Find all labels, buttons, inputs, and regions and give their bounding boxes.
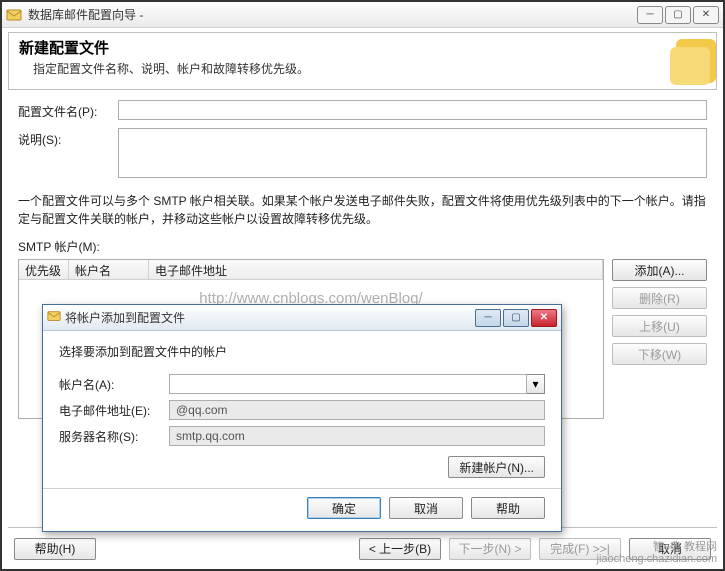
app-icon <box>6 7 22 23</box>
dialog-separator <box>43 488 561 489</box>
chevron-down-icon[interactable]: ▾ <box>527 374 545 394</box>
header-panel: 新建配置文件 指定配置文件名称、说明、帐户和故障转移优先级。 <box>8 32 717 90</box>
profile-description-text: 一个配置文件可以与多个 SMTP 帐户相关联。如果某个帐户发送电子邮件失败，配置… <box>18 192 707 228</box>
dialog-message: 选择要添加到配置文件中的帐户 <box>59 343 545 360</box>
dialog-cancel-button[interactable]: 取消 <box>389 497 463 519</box>
cancel-button[interactable]: 取消 <box>629 538 711 560</box>
wizard-window: 数据库邮件配置向导 - ─ ▢ ✕ 新建配置文件 指定配置文件名称、说明、帐户和… <box>2 2 723 569</box>
table-header: 优先级 帐户名 电子邮件地址 <box>19 260 603 280</box>
dialog-icon <box>47 309 61 326</box>
next-button: 下一步(N) > <box>449 538 531 560</box>
ok-button[interactable]: 确定 <box>307 497 381 519</box>
dialog-close-button[interactable]: ✕ <box>531 309 557 327</box>
titlebar: 数据库邮件配置向导 - ─ ▢ ✕ <box>2 2 723 28</box>
email-address-input <box>169 400 545 420</box>
new-account-button[interactable]: 新建帐户(N)... <box>448 456 545 478</box>
profile-name-input[interactable] <box>118 100 707 120</box>
email-address-label: 电子邮件地址(E): <box>59 402 169 419</box>
smtp-buttons: 添加(A)... 删除(R) 上移(U) 下移(W) <box>612 259 707 419</box>
dialog-minimize-button[interactable]: ─ <box>475 309 501 327</box>
col-account: 帐户名 <box>69 260 149 279</box>
finish-button: 完成(F) >>| <box>539 538 621 560</box>
maximize-button[interactable]: ▢ <box>665 6 691 24</box>
description-input[interactable] <box>118 128 707 178</box>
server-name-input <box>169 426 545 446</box>
dialog-help-button[interactable]: 帮助 <box>471 497 545 519</box>
window-controls: ─ ▢ ✕ <box>637 6 719 24</box>
mail-decor-icon <box>646 33 716 89</box>
account-name-label: 帐户名(A): <box>59 376 169 393</box>
remove-account-button: 删除(R) <box>612 287 707 309</box>
watermark-text: http://www.cnblogs.com/wenBlog/ <box>19 280 603 307</box>
move-down-button: 下移(W) <box>612 343 707 365</box>
profile-name-label: 配置文件名(P): <box>18 100 118 120</box>
col-email: 电子邮件地址 <box>149 260 603 279</box>
dialog-titlebar: 将帐户添加到配置文件 ─ ▢ ✕ <box>43 305 561 331</box>
move-up-button: 上移(U) <box>612 315 707 337</box>
page-title: 新建配置文件 <box>19 37 636 58</box>
description-label: 说明(S): <box>18 128 118 148</box>
add-account-button[interactable]: 添加(A)... <box>612 259 707 281</box>
wizard-footer: 帮助(H) < 上一步(B) 下一步(N) > 完成(F) >>| 取消 <box>8 527 717 563</box>
smtp-accounts-label: SMTP 帐户(M): <box>18 238 707 255</box>
close-button[interactable]: ✕ <box>693 6 719 24</box>
help-button[interactable]: 帮助(H) <box>14 538 96 560</box>
window-title: 数据库邮件配置向导 - <box>28 6 143 23</box>
col-priority: 优先级 <box>19 260 69 279</box>
dialog-maximize-button[interactable]: ▢ <box>503 309 529 327</box>
server-name-label: 服务器名称(S): <box>59 428 169 445</box>
account-name-input[interactable] <box>169 374 527 394</box>
add-account-dialog: 将帐户添加到配置文件 ─ ▢ ✕ 选择要添加到配置文件中的帐户 帐户名(A): … <box>42 304 562 532</box>
minimize-button[interactable]: ─ <box>637 6 663 24</box>
dialog-title: 将帐户添加到配置文件 <box>65 309 473 326</box>
back-button[interactable]: < 上一步(B) <box>359 538 441 560</box>
account-name-combo[interactable]: ▾ <box>169 374 545 394</box>
page-subtitle: 指定配置文件名称、说明、帐户和故障转移优先级。 <box>33 60 636 77</box>
